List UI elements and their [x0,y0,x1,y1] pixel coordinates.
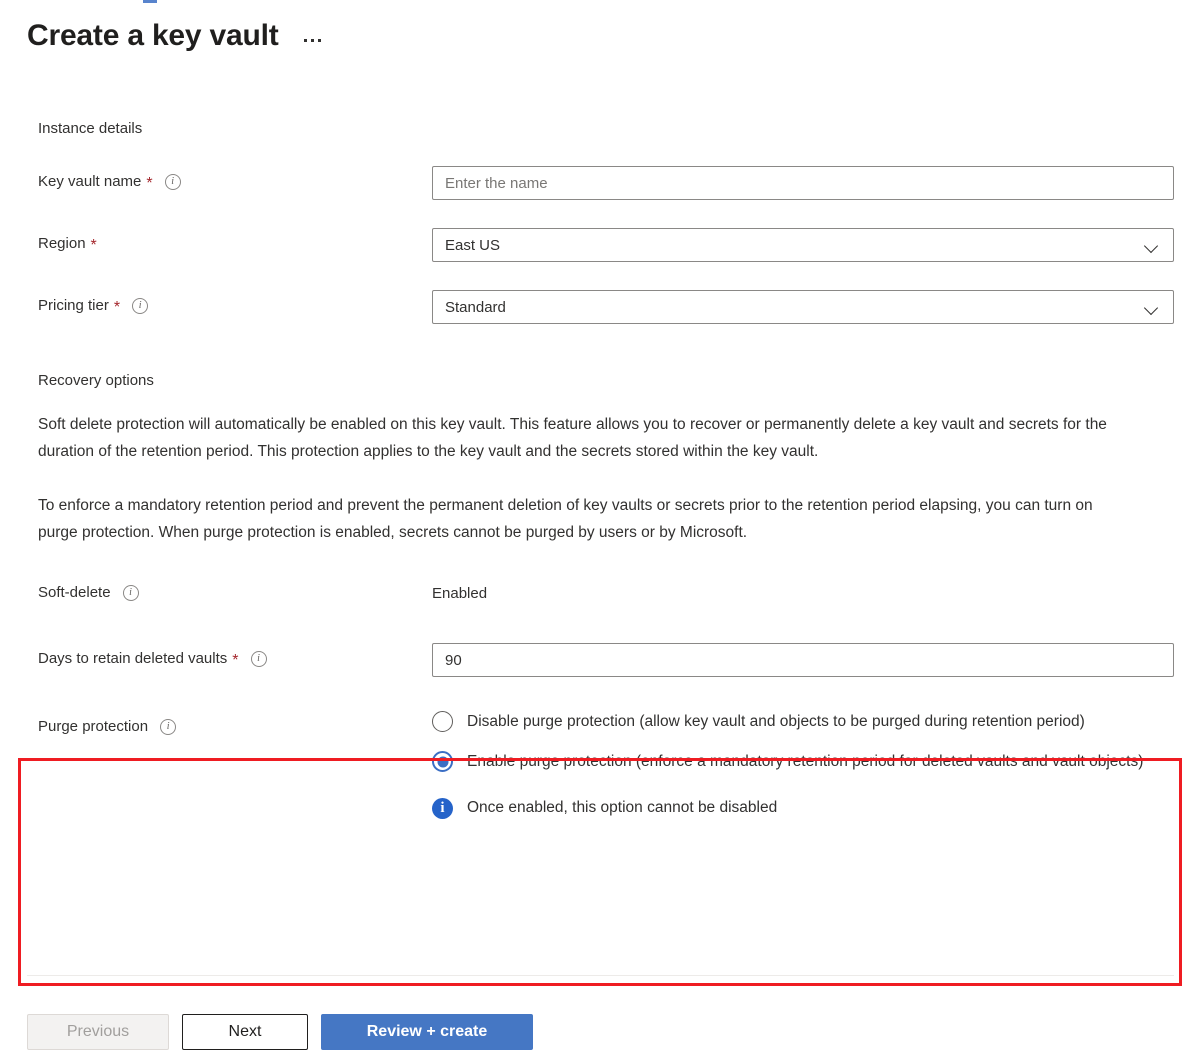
page-header: Create a key vault [27,16,324,56]
label-text: Days to retain deleted vaults [38,649,227,669]
control-purge-protection: Disable purge protection (allow key vaul… [432,709,1174,819]
label-region: Region * [38,228,432,254]
previous-button[interactable]: Previous [27,1014,169,1050]
ellipsis-dot [318,39,321,42]
control-soft-delete: Enabled [432,577,1174,611]
label-text: Key vault name [38,172,141,192]
required-asterisk: * [146,176,152,192]
label-text: Soft-delete [38,583,111,603]
label-key-vault-name: Key vault name * i [38,166,432,192]
field-row-soft-delete: Soft-delete i Enabled [0,577,1201,611]
field-row-pricing-tier: Pricing tier * i Standard [0,290,1201,324]
info-icon[interactable]: i [132,298,148,314]
recovery-options-heading: Recovery options [0,370,1201,392]
ellipsis-dot [311,39,314,42]
info-icon[interactable]: i [251,651,267,667]
required-asterisk: * [114,300,120,316]
pricing-tier-selected-value: Standard [445,299,506,316]
radio-label: Disable purge protection (allow key vaul… [467,709,1085,735]
more-options-icon[interactable] [301,33,324,48]
region-selected-value: East US [445,237,500,254]
required-asterisk: * [91,238,97,254]
label-text: Pricing tier [38,296,109,316]
label-text: Region [38,234,86,254]
radio-icon-unselected [432,711,453,732]
info-note-text: Once enabled, this option cannot be disa… [467,797,777,819]
next-button[interactable]: Next [182,1014,308,1050]
soft-delete-value: Enabled [432,577,1174,611]
field-row-purge-protection: Purge protection i Disable purge protect… [0,709,1201,819]
radio-label: Enable purge protection (enforce a manda… [467,749,1143,775]
recovery-paragraph-2: To enforce a mandatory retention period … [0,492,1150,546]
label-pricing-tier: Pricing tier * i [38,290,432,316]
recovery-paragraph-1: Soft delete protection will automaticall… [0,411,1150,465]
breadcrumb-link-fragment[interactable] [143,0,157,3]
instance-details-heading: Instance details [0,118,1201,140]
control-region: East US [432,228,1174,262]
radio-option-disable-purge-protection[interactable]: Disable purge protection (allow key vaul… [432,709,1174,735]
review-create-button[interactable]: Review + create [321,1014,533,1050]
info-icon[interactable]: i [160,719,176,735]
control-days-to-retain [432,643,1174,677]
chevron-down-icon [1145,303,1159,312]
key-vault-name-input[interactable] [432,166,1174,200]
pricing-tier-select[interactable]: Standard [432,290,1174,324]
control-key-vault-name [432,166,1174,200]
label-text: Purge protection [38,717,148,737]
label-days-to-retain: Days to retain deleted vaults * i [38,643,432,669]
field-row-region: Region * East US [0,228,1201,262]
required-asterisk: * [232,653,238,669]
label-purge-protection: Purge protection i [38,709,432,737]
radio-option-enable-purge-protection[interactable]: Enable purge protection (enforce a manda… [432,749,1174,775]
section-divider [27,975,1174,976]
create-key-vault-form: Instance details Key vault name * i Regi… [0,118,1201,819]
region-select[interactable]: East US [432,228,1174,262]
days-to-retain-input[interactable] [432,643,1174,677]
purge-protection-info-note: i Once enabled, this option cannot be di… [432,797,1174,819]
purge-protection-radio-group: Disable purge protection (allow key vaul… [432,709,1174,775]
info-filled-icon: i [432,798,453,819]
page-title: Create a key vault [27,16,279,56]
chevron-down-icon [1145,241,1159,250]
field-row-days-to-retain: Days to retain deleted vaults * i [0,643,1201,677]
wizard-footer: Previous Next Review + create [0,1000,1201,1063]
radio-icon-selected [432,751,453,772]
label-soft-delete: Soft-delete i [38,577,432,603]
info-icon[interactable]: i [165,174,181,190]
ellipsis-dot [304,39,307,42]
control-pricing-tier: Standard [432,290,1174,324]
field-row-key-vault-name: Key vault name * i [0,166,1201,200]
info-icon[interactable]: i [123,585,139,601]
